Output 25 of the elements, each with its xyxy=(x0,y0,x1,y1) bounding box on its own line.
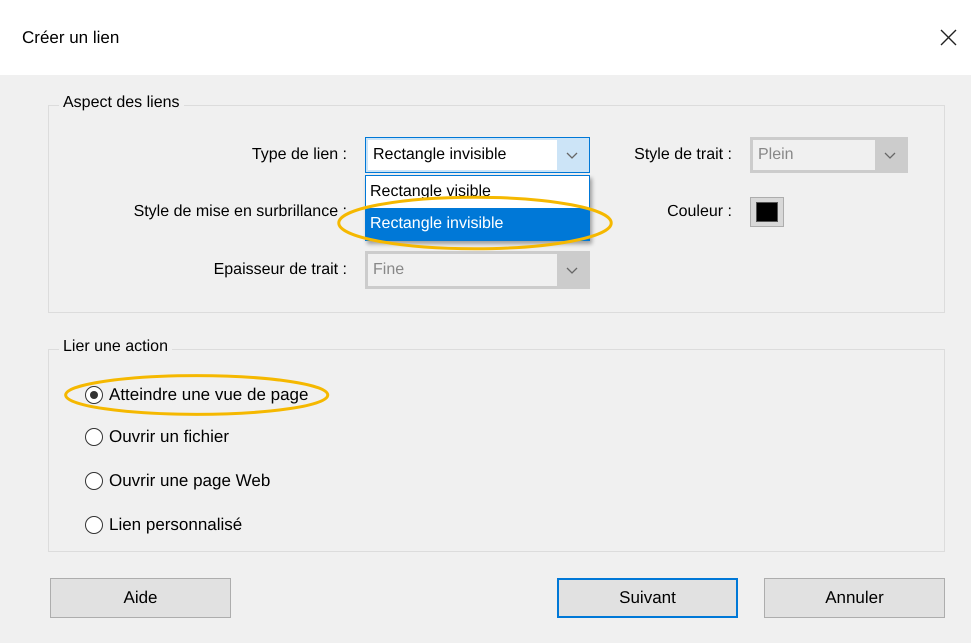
radio-button[interactable] xyxy=(85,516,103,534)
group-title: Aspect des liens xyxy=(59,94,184,112)
field-label: Type de lien : xyxy=(252,146,347,164)
dialog-button[interactable]: Aide xyxy=(50,578,231,618)
field-label: Style de trait : xyxy=(634,146,732,164)
radio-button[interactable] xyxy=(85,386,103,404)
dropdown[interactable]: Rectangle invisible xyxy=(365,137,590,173)
radio-dot xyxy=(90,391,98,399)
dialog-button[interactable]: Suivant xyxy=(557,578,738,618)
close-icon[interactable] xyxy=(940,29,957,46)
field-label: Epaisseur de trait : xyxy=(214,261,347,279)
chevron-down-icon xyxy=(884,152,896,158)
radio-option[interactable]: Ouvrir une page Web xyxy=(85,470,270,492)
chevron-down-icon xyxy=(566,152,578,158)
field-label: Couleur : xyxy=(667,203,732,221)
list-option[interactable]: Rectangle visible xyxy=(366,176,589,208)
radio-option[interactable]: Ouvrir un fichier xyxy=(85,426,229,448)
color-swatch[interactable] xyxy=(750,197,784,227)
list-option[interactable]: Rectangle invisible xyxy=(366,208,589,240)
window-title: Créer un lien xyxy=(22,28,120,48)
radio-button[interactable] xyxy=(85,472,103,490)
radio-option[interactable]: Lien personnalisé xyxy=(85,514,242,536)
chevron-down-icon xyxy=(566,266,578,274)
radio-button[interactable] xyxy=(85,428,103,446)
dialog-button[interactable]: Annuler xyxy=(764,578,945,618)
